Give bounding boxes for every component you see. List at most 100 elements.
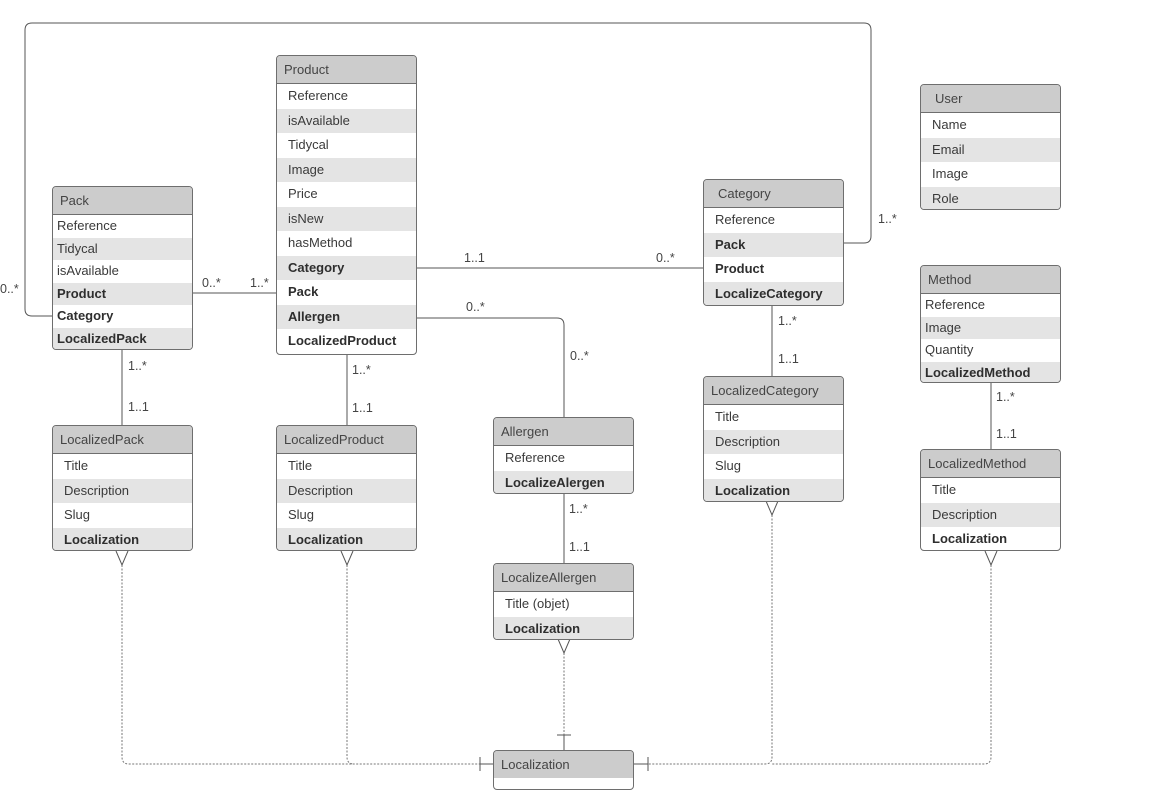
relation-field-row: LocalizedPack	[53, 327, 192, 349]
entity-title: LocalizedProduct	[277, 426, 416, 454]
cardinality-label: 1..*	[352, 363, 371, 377]
entity-localized-category[interactable]: LocalizedCategory Title Description Slug…	[703, 376, 844, 502]
entity-title: LocalizedPack	[53, 426, 192, 454]
field-row: Price	[288, 186, 318, 201]
entity-localized-method[interactable]: LocalizedMethod Title Description Locali…	[920, 449, 1061, 551]
crowfoot-icon	[557, 638, 571, 655]
field-row: Reference	[57, 218, 117, 233]
relation-field-row: Localization	[494, 616, 633, 639]
entity-method[interactable]: Method Reference Image Quantity Localize…	[920, 265, 1061, 383]
field-row: Slug	[288, 507, 315, 522]
crowfoot-icon	[340, 550, 354, 567]
field-row: Description	[704, 429, 843, 454]
relation-field-row: LocalizeAlergen	[494, 470, 633, 493]
field-row: Title (objet)	[505, 596, 570, 611]
cardinality-label: 1..*	[778, 314, 797, 328]
field-row: Description	[921, 502, 1060, 527]
cardinality-label: 0..*	[656, 251, 675, 265]
entity-product[interactable]: Product Reference isAvailable Tidycal Im…	[276, 55, 417, 355]
one-marker-icon	[479, 757, 494, 771]
field-row: Quantity	[925, 342, 974, 357]
field-row: Title	[64, 458, 89, 473]
field-row: Description	[277, 478, 416, 503]
cardinality-label: 0..*	[466, 300, 485, 314]
field-row: Email	[921, 137, 1060, 162]
entity-localized-product[interactable]: LocalizedProduct Title Description Slug …	[276, 425, 417, 551]
cardinality-label: 1..1	[464, 251, 485, 265]
entity-title: Method	[921, 266, 1060, 294]
field-row: Image	[277, 157, 416, 182]
entity-localization[interactable]: Localization	[493, 750, 634, 790]
relation-field-row: Category	[57, 308, 114, 323]
entity-localize-allergen[interactable]: LocalizeAllergen Title (objet) Localizat…	[493, 563, 634, 640]
relation-field-row: Pack	[704, 232, 843, 257]
relation-field-row: Product	[53, 282, 192, 305]
field-row: Slug	[715, 458, 742, 473]
entity-localized-pack[interactable]: LocalizedPack Title Description Slug Loc…	[52, 425, 193, 551]
field-row: isAvailable	[277, 108, 416, 133]
entity-title: Product	[277, 56, 416, 84]
field-row: Reference	[505, 450, 565, 465]
field-row: Slug	[64, 507, 91, 522]
relation-field-row: LocalizedMethod	[921, 361, 1060, 382]
one-marker-icon	[634, 757, 649, 771]
cardinality-label: 1..1	[352, 401, 373, 415]
cardinality-label: 1..*	[128, 359, 147, 373]
one-marker-icon	[557, 734, 571, 750]
field-row: Title	[932, 482, 957, 497]
cardinality-label: 0..*	[202, 276, 221, 290]
relation-field-row: LocalizedProduct	[288, 333, 397, 348]
connector-localizedproduct-localization	[346, 565, 355, 765]
field-row: isAvailable	[57, 263, 119, 278]
cardinality-label: 1..*	[996, 390, 1015, 404]
cardinality-label: 1..1	[569, 540, 590, 554]
cardinality-label: 1..*	[569, 502, 588, 516]
relation-field-row: Localization	[932, 531, 1008, 546]
entity-title: LocalizedCategory	[704, 377, 843, 405]
entity-allergen[interactable]: Allergen Reference LocalizeAlergen	[493, 417, 634, 494]
entity-title: Localization	[494, 751, 633, 778]
field-row: isNew	[277, 206, 416, 231]
cardinality-label: 1..1	[778, 352, 799, 366]
field-row: Image	[932, 166, 969, 181]
relation-field-row: LocalizeCategory	[704, 281, 843, 305]
field-row: Tidycal	[288, 137, 329, 152]
cardinality-label: 0..*	[570, 349, 589, 363]
connector-localizedmethod-localization	[772, 565, 992, 765]
entity-title: User	[921, 85, 1060, 113]
field-row: Title	[288, 458, 313, 473]
entity-pack[interactable]: Pack Reference Tidycal isAvailable Produ…	[52, 186, 193, 350]
cardinality-label: 1..1	[128, 400, 149, 414]
field-row: Image	[921, 316, 1060, 339]
entity-user[interactable]: User Name Email Image Role	[920, 84, 1061, 210]
field-row: Reference	[288, 88, 348, 103]
field-row: Reference	[925, 297, 985, 312]
relation-field-row: Product	[715, 261, 765, 276]
cardinality-label: 0..*	[0, 282, 19, 296]
entity-title: Category	[704, 180, 843, 208]
relation-field-row: Localization	[277, 527, 416, 550]
field-row: Description	[53, 478, 192, 503]
connector-localizedpack-localization	[121, 565, 480, 765]
entity-category[interactable]: Category Reference Pack Product Localize…	[703, 179, 844, 306]
relation-field-row: Localization	[53, 527, 192, 550]
field-row: Role	[921, 186, 1060, 209]
field-row: Title	[715, 409, 740, 424]
entity-title: Allergen	[494, 418, 633, 446]
entity-title: LocalizeAllergen	[494, 564, 633, 592]
relation-field-row: Category	[277, 255, 416, 280]
field-row: Name	[932, 117, 967, 132]
cardinality-label: 1..1	[996, 427, 1017, 441]
connector-product-allergen	[416, 317, 565, 417]
entity-title: Pack	[53, 187, 192, 215]
crowfoot-icon	[765, 500, 779, 517]
relation-field-row: Allergen	[277, 304, 416, 329]
cardinality-label: 1..*	[878, 212, 897, 226]
relation-field-row: Pack	[288, 284, 319, 299]
field-row: hasMethod	[288, 235, 353, 250]
cardinality-label: 1..*	[250, 276, 269, 290]
entity-title: LocalizedMethod	[921, 450, 1060, 478]
relation-field-row: Localization	[704, 478, 843, 501]
connector-localizedcategory-localization	[648, 515, 773, 765]
field-row: Tidycal	[53, 237, 192, 260]
